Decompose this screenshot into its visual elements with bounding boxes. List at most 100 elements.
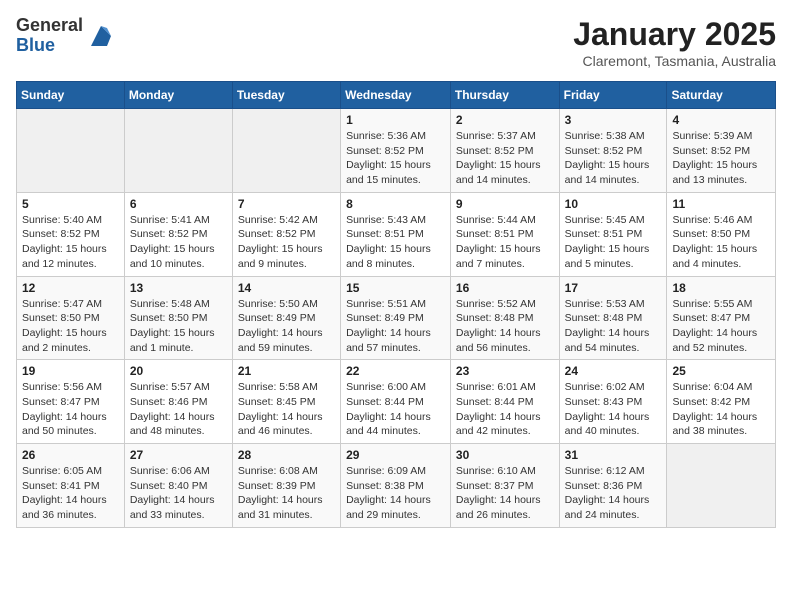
day-number: 3 bbox=[565, 113, 662, 127]
calendar-week-1: 1Sunrise: 5:36 AMSunset: 8:52 PMDaylight… bbox=[17, 109, 776, 193]
day-info: Sunrise: 5:47 AMSunset: 8:50 PMDaylight:… bbox=[22, 297, 119, 356]
col-saturday: Saturday bbox=[667, 82, 776, 109]
day-info: Sunrise: 6:08 AMSunset: 8:39 PMDaylight:… bbox=[238, 464, 335, 523]
subtitle: Claremont, Tasmania, Australia bbox=[573, 53, 776, 69]
day-info: Sunrise: 5:42 AMSunset: 8:52 PMDaylight:… bbox=[238, 213, 335, 272]
day-number: 1 bbox=[346, 113, 445, 127]
calendar-cell bbox=[17, 109, 125, 193]
day-info: Sunrise: 5:56 AMSunset: 8:47 PMDaylight:… bbox=[22, 380, 119, 439]
day-info: Sunrise: 5:43 AMSunset: 8:51 PMDaylight:… bbox=[346, 213, 445, 272]
day-number: 16 bbox=[456, 281, 554, 295]
day-number: 21 bbox=[238, 364, 335, 378]
day-info: Sunrise: 5:58 AMSunset: 8:45 PMDaylight:… bbox=[238, 380, 335, 439]
calendar-cell: 31 Sunrise: 6:12 AMSunset: 8:36 PMDayligh… bbox=[559, 444, 667, 528]
title-section: January 2025 Claremont, Tasmania, Austra… bbox=[573, 16, 776, 69]
day-number: 28 bbox=[238, 448, 335, 462]
day-info: Sunrise: 5:44 AMSunset: 8:51 PMDaylight:… bbox=[456, 213, 554, 272]
day-number: 18 bbox=[672, 281, 770, 295]
month-title: January 2025 bbox=[573, 16, 776, 53]
calendar-cell: 5Sunrise: 5:40 AMSunset: 8:52 PMDaylight… bbox=[17, 192, 125, 276]
calendar-cell: 11Sunrise: 5:46 AMSunset: 8:50 PMDayligh… bbox=[667, 192, 776, 276]
day-number: 24 bbox=[565, 364, 662, 378]
day-info: Sunrise: 5:39 AMSunset: 8:52 PMDaylight:… bbox=[672, 129, 770, 188]
day-info: Sunrise: 5:38 AMSunset: 8:52 PMDaylight:… bbox=[565, 129, 662, 188]
day-number: 10 bbox=[565, 197, 662, 211]
calendar-cell: 28 Sunrise: 6:08 AMSunset: 8:39 PMDayligh… bbox=[232, 444, 340, 528]
calendar-cell: 27Sunrise: 6:06 AMSunset: 8:40 PMDayligh… bbox=[124, 444, 232, 528]
day-info: Sunrise: 6:09 AMSunset: 8:38 PMDaylight:… bbox=[346, 464, 445, 523]
logo-blue: Blue bbox=[16, 36, 83, 56]
day-number: 12 bbox=[22, 281, 119, 295]
day-number: 27 bbox=[130, 448, 227, 462]
day-number: 25 bbox=[672, 364, 770, 378]
day-number: 29 bbox=[346, 448, 445, 462]
calendar-week-2: 5Sunrise: 5:40 AMSunset: 8:52 PMDaylight… bbox=[17, 192, 776, 276]
calendar-cell: 13 Sunrise: 5:48 AMSunset: 8:50 PMDayligh… bbox=[124, 276, 232, 360]
day-number: 31 bbox=[565, 448, 662, 462]
day-number: 15 bbox=[346, 281, 445, 295]
day-number: 23 bbox=[456, 364, 554, 378]
day-number: 22 bbox=[346, 364, 445, 378]
calendar-cell: 6 Sunrise: 5:41 AMSunset: 8:52 PMDaylight… bbox=[124, 192, 232, 276]
day-info: Sunrise: 6:12 AMSunset: 8:36 PMDaylight:… bbox=[565, 464, 662, 523]
calendar-week-3: 12 Sunrise: 5:47 AMSunset: 8:50 PMDayligh… bbox=[17, 276, 776, 360]
day-info: Sunrise: 6:01 AMSunset: 8:44 PMDaylight:… bbox=[456, 380, 554, 439]
logo-general: General bbox=[16, 16, 83, 36]
col-tuesday: Tuesday bbox=[232, 82, 340, 109]
day-number: 13 bbox=[130, 281, 227, 295]
day-info: Sunrise: 5:48 AMSunset: 8:50 PMDaylight:… bbox=[130, 297, 227, 356]
day-number: 4 bbox=[672, 113, 770, 127]
calendar-cell: 7 Sunrise: 5:42 AMSunset: 8:52 PMDaylight… bbox=[232, 192, 340, 276]
day-info: Sunrise: 5:37 AMSunset: 8:52 PMDaylight:… bbox=[456, 129, 554, 188]
calendar-cell: 18 Sunrise: 5:55 AMSunset: 8:47 PMDayligh… bbox=[667, 276, 776, 360]
calendar-week-4: 19 Sunrise: 5:56 AMSunset: 8:47 PMDayligh… bbox=[17, 360, 776, 444]
day-info: Sunrise: 5:53 AMSunset: 8:48 PMDaylight:… bbox=[565, 297, 662, 356]
day-number: 19 bbox=[22, 364, 119, 378]
logo: General Blue bbox=[16, 16, 115, 56]
day-number: 17 bbox=[565, 281, 662, 295]
calendar-cell: 14Sunrise: 5:50 AMSunset: 8:49 PMDayligh… bbox=[232, 276, 340, 360]
day-info: Sunrise: 6:00 AMSunset: 8:44 PMDaylight:… bbox=[346, 380, 445, 439]
calendar-cell: 20 Sunrise: 5:57 AMSunset: 8:46 PMDayligh… bbox=[124, 360, 232, 444]
calendar-table: Sunday Monday Tuesday Wednesday Thursday… bbox=[16, 81, 776, 528]
calendar-cell: 24 Sunrise: 6:02 AMSunset: 8:43 PMDayligh… bbox=[559, 360, 667, 444]
logo-text: General Blue bbox=[16, 16, 83, 56]
calendar-cell bbox=[232, 109, 340, 193]
calendar-cell: 9 Sunrise: 5:44 AMSunset: 8:51 PMDaylight… bbox=[450, 192, 559, 276]
day-info: Sunrise: 5:41 AMSunset: 8:52 PMDaylight:… bbox=[130, 213, 227, 272]
calendar-week-5: 26Sunrise: 6:05 AMSunset: 8:41 PMDayligh… bbox=[17, 444, 776, 528]
calendar-cell: 4 Sunrise: 5:39 AMSunset: 8:52 PMDaylight… bbox=[667, 109, 776, 193]
calendar-cell: 1Sunrise: 5:36 AMSunset: 8:52 PMDaylight… bbox=[341, 109, 451, 193]
day-number: 6 bbox=[130, 197, 227, 211]
day-info: Sunrise: 6:04 AMSunset: 8:42 PMDaylight:… bbox=[672, 380, 770, 439]
day-info: Sunrise: 6:02 AMSunset: 8:43 PMDaylight:… bbox=[565, 380, 662, 439]
calendar-cell: 2 Sunrise: 5:37 AMSunset: 8:52 PMDaylight… bbox=[450, 109, 559, 193]
day-info: Sunrise: 5:55 AMSunset: 8:47 PMDaylight:… bbox=[672, 297, 770, 356]
day-number: 7 bbox=[238, 197, 335, 211]
calendar-cell: 21 Sunrise: 5:58 AMSunset: 8:45 PMDayligh… bbox=[232, 360, 340, 444]
calendar-cell: 29 Sunrise: 6:09 AMSunset: 8:38 PMDayligh… bbox=[341, 444, 451, 528]
calendar-cell: 16 Sunrise: 5:52 AMSunset: 8:48 PMDayligh… bbox=[450, 276, 559, 360]
day-info: Sunrise: 5:52 AMSunset: 8:48 PMDaylight:… bbox=[456, 297, 554, 356]
logo-icon bbox=[87, 22, 115, 50]
header-row: Sunday Monday Tuesday Wednesday Thursday… bbox=[17, 82, 776, 109]
calendar-cell: 17 Sunrise: 5:53 AMSunset: 8:48 PMDayligh… bbox=[559, 276, 667, 360]
calendar-cell: 10 Sunrise: 5:45 AMSunset: 8:51 PMDayligh… bbox=[559, 192, 667, 276]
day-info: Sunrise: 5:40 AMSunset: 8:52 PMDaylight:… bbox=[22, 213, 119, 272]
col-monday: Monday bbox=[124, 82, 232, 109]
calendar-cell: 25 Sunrise: 6:04 AMSunset: 8:42 PMDayligh… bbox=[667, 360, 776, 444]
calendar-body: 1Sunrise: 5:36 AMSunset: 8:52 PMDaylight… bbox=[17, 109, 776, 528]
day-info: Sunrise: 5:45 AMSunset: 8:51 PMDaylight:… bbox=[565, 213, 662, 272]
day-number: 20 bbox=[130, 364, 227, 378]
calendar-cell: 15Sunrise: 5:51 AMSunset: 8:49 PMDayligh… bbox=[341, 276, 451, 360]
calendar-cell: 12 Sunrise: 5:47 AMSunset: 8:50 PMDayligh… bbox=[17, 276, 125, 360]
day-number: 9 bbox=[456, 197, 554, 211]
day-number: 2 bbox=[456, 113, 554, 127]
calendar-cell: 19 Sunrise: 5:56 AMSunset: 8:47 PMDayligh… bbox=[17, 360, 125, 444]
day-info: Sunrise: 6:10 AMSunset: 8:37 PMDaylight:… bbox=[456, 464, 554, 523]
calendar-header: Sunday Monday Tuesday Wednesday Thursday… bbox=[17, 82, 776, 109]
day-info: Sunrise: 5:57 AMSunset: 8:46 PMDaylight:… bbox=[130, 380, 227, 439]
day-info: Sunrise: 6:05 AMSunset: 8:41 PMDaylight:… bbox=[22, 464, 119, 523]
day-number: 11 bbox=[672, 197, 770, 211]
day-info: Sunrise: 5:50 AMSunset: 8:49 PMDaylight:… bbox=[238, 297, 335, 356]
